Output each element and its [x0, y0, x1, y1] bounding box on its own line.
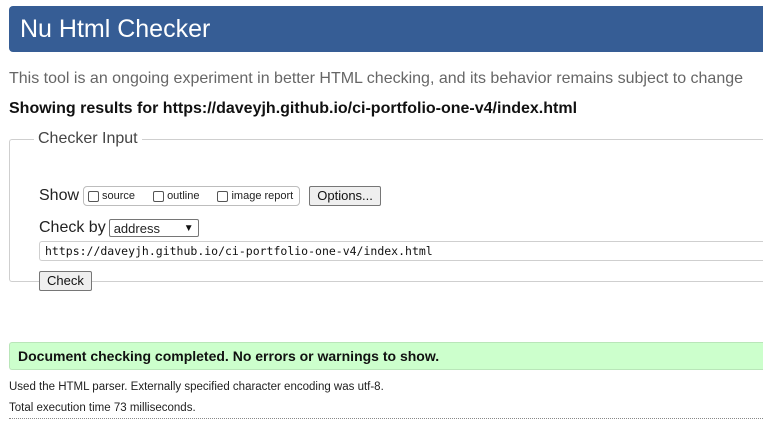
check-by-row: Check by address ▼	[39, 219, 199, 237]
check-by-selected-value: address	[113, 220, 160, 236]
show-options-row: Show source outline image report Options…	[39, 186, 381, 206]
chevron-down-icon: ▼	[183, 222, 194, 234]
show-label: Show	[39, 187, 80, 204]
tool-description: This tool is an ongoing experiment in be…	[9, 70, 744, 87]
result-details: Used the HTML parser. Externally specifi…	[9, 377, 384, 419]
outline-checkbox-label: outline	[167, 190, 200, 202]
image-report-checkbox[interactable]	[217, 190, 229, 202]
check-by-select[interactable]: address ▼	[108, 219, 199, 237]
show-source-option[interactable]: source	[88, 190, 135, 202]
source-checkbox-label: source	[102, 190, 136, 202]
page-header: Nu Html Checker	[9, 6, 763, 52]
url-input[interactable]: https://daveyjh.github.io/ci-portfolio-o…	[39, 241, 763, 261]
show-image-report-option[interactable]: image report	[217, 190, 293, 202]
show-outline-option[interactable]: outline	[153, 190, 199, 202]
check-by-label: Check by	[39, 219, 106, 236]
check-button[interactable]: Check	[39, 271, 92, 291]
parser-info: Used the HTML parser. Externally specifi…	[9, 381, 384, 393]
show-options-group: source outline image report	[83, 186, 301, 206]
checker-input-legend: Checker Input	[38, 130, 138, 147]
source-checkbox[interactable]	[88, 190, 100, 202]
image-report-checkbox-label: image report	[231, 190, 294, 202]
results-for-heading: Showing results for https://daveyjh.gith…	[9, 100, 578, 117]
dotted-divider	[9, 418, 763, 419]
execution-time: Total execution time 73 milliseconds.	[9, 402, 196, 414]
nu-html-checker-page: Nu Html Checker This tool is an ongoing …	[0, 0, 763, 440]
outline-checkbox[interactable]	[153, 190, 165, 202]
options-button[interactable]: Options...	[309, 186, 381, 206]
page-title: Nu Html Checker	[20, 15, 211, 43]
checker-input-panel: Checker Input Show source outline image …	[9, 130, 763, 291]
success-message: Document checking completed. No errors o…	[18, 348, 440, 364]
success-message-box: Document checking completed. No errors o…	[9, 342, 763, 370]
